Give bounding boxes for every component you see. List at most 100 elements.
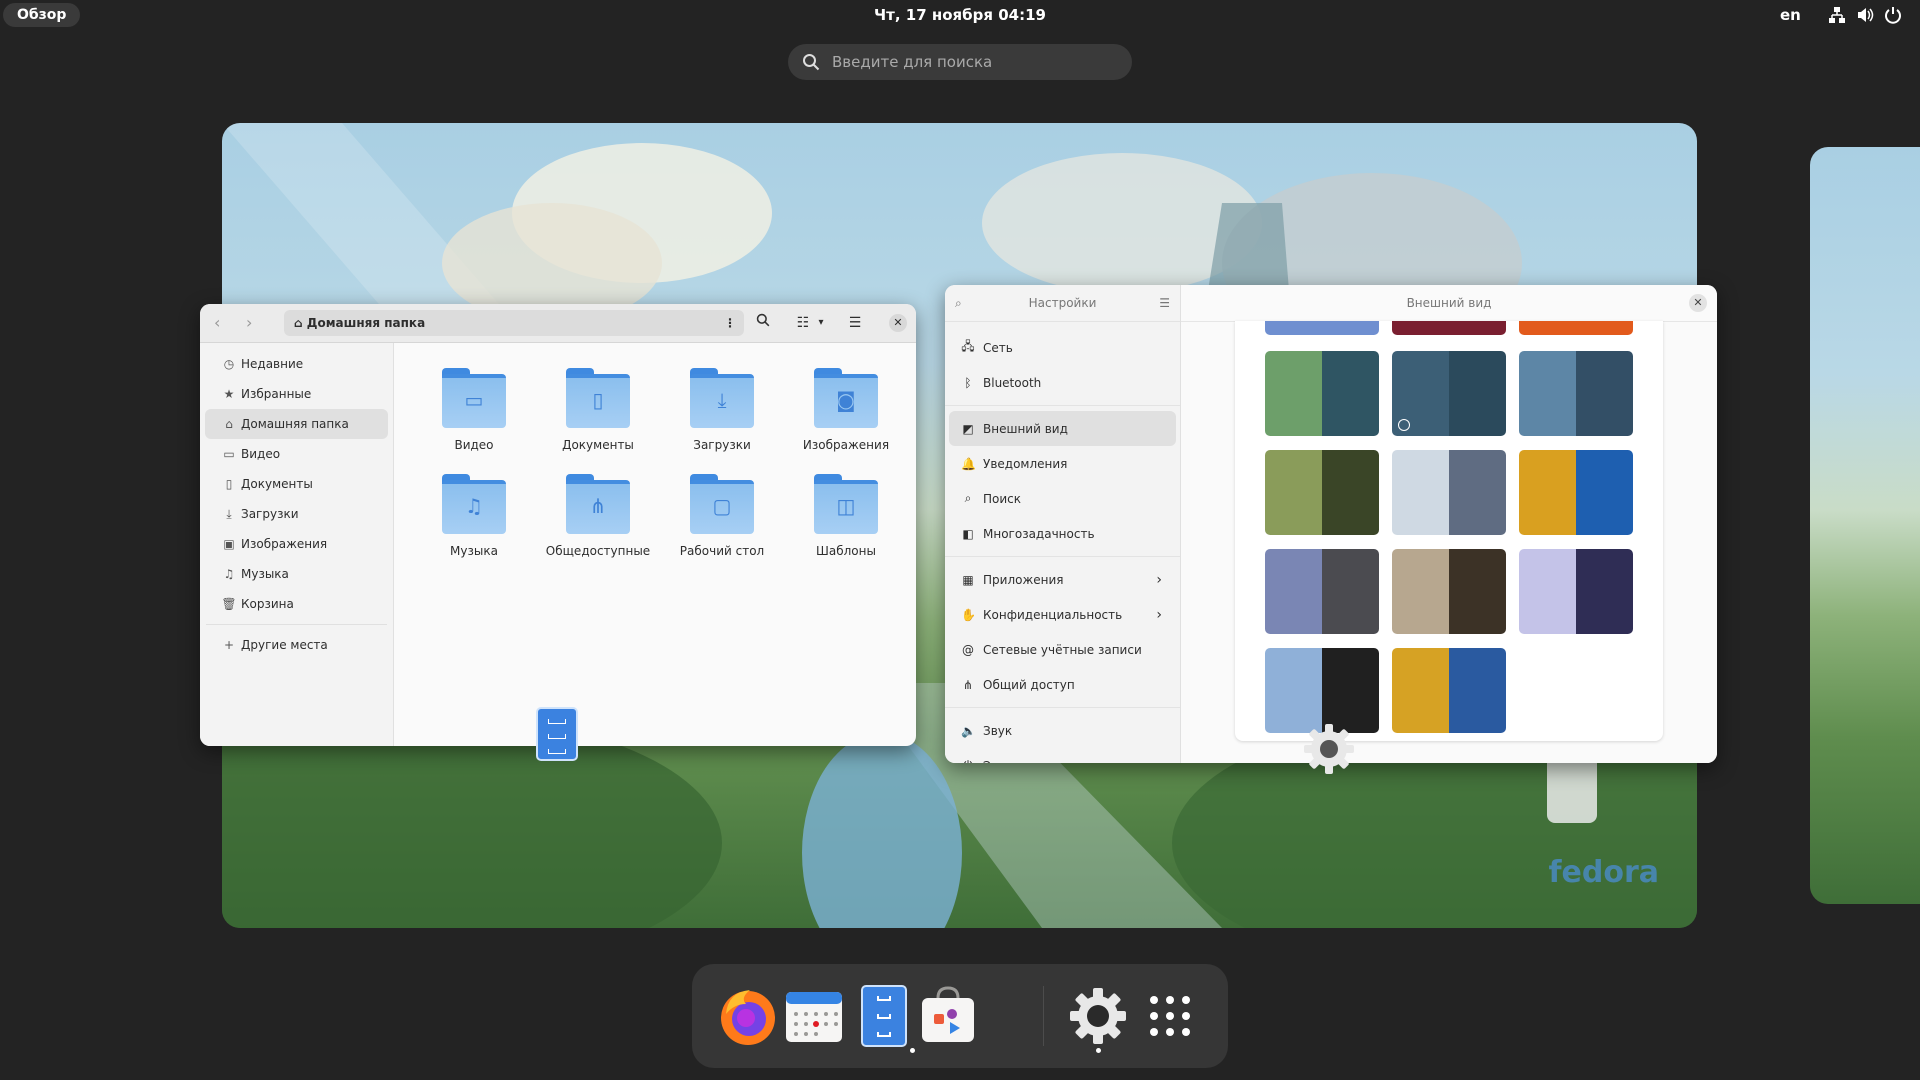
wallpaper-thumbnail[interactable] [1265,648,1379,733]
wallpaper-thumbnail[interactable] [1265,549,1379,634]
path-menu-button[interactable]: ⋮ [724,310,736,336]
wallpaper-thumbnail[interactable] [1265,351,1379,436]
search-icon: ⌕ [964,491,972,505]
wallpaper-thumbnail[interactable] [1392,450,1506,535]
appearance-icon: ◩ [962,421,974,436]
wallpaper-thumbnail[interactable] [1519,351,1633,436]
clock-icon: ◷ [223,357,235,371]
sidebar-item[interactable]: ⌂ Домашняя папка [205,409,388,439]
sidebar-item-other-places[interactable]: + Другие места [205,630,388,660]
main-menu-button[interactable]: ☰ [844,312,866,334]
sidebar-separator [206,624,387,625]
sidebar-item[interactable]: ★ Избранные [205,379,388,409]
settings-item[interactable]: ▦ Приложения › [949,562,1176,597]
files-headerbar: ‹ › ⌂ Домашняя папка ⋮ ☷ ▾ ☰ ✕ [200,304,916,343]
folder-item[interactable]: ▯ Документы [536,366,660,452]
settings-item[interactable]: ⌕ Поиск [949,481,1176,516]
folder-label: Изображения [802,438,890,452]
settings-item[interactable]: 🔔 Уведомления [949,446,1176,481]
path-label: Домашняя папка [306,316,426,330]
sidebar-item[interactable]: ⤓ Загрузки [205,499,388,529]
sidebar-item[interactable]: ♫ Музыка [205,559,388,589]
app-grid-icon[interactable] [1138,984,1202,1048]
folder-item[interactable]: ▭ Видео [412,366,536,452]
firefox-icon[interactable] [716,984,780,1048]
clock-label[interactable]: Чт, 17 ноября 04:19 [874,6,1046,24]
star-icon: ★ [223,387,235,401]
overview-search[interactable] [788,44,1132,80]
wallpaper-thumbnail[interactable] [1519,450,1633,535]
settings-item[interactable]: ◧ Многозадачность [949,516,1176,551]
share-icon: ⋔ [962,677,974,692]
files-icon[interactable] [852,984,916,1048]
search-input[interactable] [830,52,1114,72]
sidebar-item[interactable]: ▯ Документы [205,469,388,499]
sidebar-item[interactable]: ▣ Изображения [205,529,388,559]
fedora-logo: fedora [1548,855,1659,890]
wallpaper-thumbnail[interactable] [1519,549,1633,634]
settings-window[interactable]: ⌕ Настройки ☰ 🖧 Сеть ᛒ Bluetooth ◩ Внешний ви… [945,285,1717,763]
settings-item[interactable]: ✋ Конфиденциальность › [949,597,1176,632]
wallpaper-thumbnail[interactable] [1392,648,1506,733]
files-window[interactable]: ‹ › ⌂ Домашняя папка ⋮ ☷ ▾ ☰ ✕ ◷ Недавние… [200,304,916,746]
close-button[interactable]: ✕ [889,314,907,332]
forward-button[interactable]: › [246,313,252,332]
view-options-dropdown[interactable]: ▾ [810,312,832,334]
wallpaper-thumbnail[interactable] [1392,321,1506,335]
settings-icon[interactable] [1066,984,1130,1048]
back-button[interactable]: ‹ [214,313,220,332]
folder-item[interactable]: ◙ Изображения [784,366,908,452]
folder-item[interactable]: ⤓ Загрузки [660,366,784,452]
desktop-icon: ▢ [712,494,732,518]
folder-item[interactable]: ◫ Шаблоны [784,472,908,558]
sidebar-item[interactable]: ▭ Видео [205,439,388,469]
wallpaper-thumbnail[interactable] [1265,450,1379,535]
sidebar-item[interactable]: ◷ Недавние [205,349,388,379]
folder-item[interactable]: ♫ Музыка [412,472,536,558]
settings-item[interactable]: ⏻ Электропитание [949,748,1176,763]
settings-item[interactable]: 🔈 Звук [949,713,1176,748]
folder-label: Документы [562,438,634,452]
settings-item[interactable]: ◩ Внешний вид [949,411,1176,446]
at-icon: @ [962,642,974,657]
keyboard-layout-indicator[interactable]: en [1780,6,1801,24]
speaker-icon: 🔈 [961,723,976,738]
apps-icon: ▦ [962,572,974,587]
wallpaper-thumbnail[interactable] [1392,351,1506,436]
folder-label: Рабочий стол [679,544,765,558]
software-icon[interactable] [916,984,980,1048]
system-menu[interactable] [1828,6,1902,24]
folder-icon: ◙ [814,366,878,430]
settings-item-label: Сеть [983,340,1013,355]
multitasking-icon: ◧ [962,526,974,541]
folder-item[interactable]: ▢ Рабочий стол [660,472,784,558]
share-icon: ⋔ [589,494,607,518]
settings-item[interactable]: ᛒ Bluetooth [949,365,1176,400]
settings-item[interactable]: ⋔ Общий доступ [949,667,1176,702]
music-icon: ♫ [223,567,235,581]
close-button[interactable]: ✕ [1689,294,1707,312]
search-icon[interactable]: ⌕ [955,285,962,321]
path-bar[interactable]: ⌂ Домашняя папка ⋮ [284,310,744,336]
top-bar: Обзор Чт, 17 ноября 04:19 en [0,0,1920,32]
folder-item[interactable]: ⋔ Общедоступные [536,472,660,558]
folder-label: Общедоступные [545,544,651,558]
settings-item[interactable]: 🖧 Сеть [949,330,1176,365]
wallpaper-thumbnail[interactable] [1265,321,1379,335]
running-indicator [910,1048,915,1053]
sidebar-item-label: Избранные [241,387,312,401]
settings-item-label: Общий доступ [983,677,1075,692]
folder-icon: ◫ [814,472,878,536]
next-workspace-thumbnail[interactable] [1810,147,1920,904]
wallpaper-thumbnail[interactable] [1392,549,1506,634]
folder-icon: ▭ [442,366,506,430]
sidebar-item[interactable]: 🗑 Корзина [205,589,388,619]
settings-item-label: Сетевые учётные записи [983,642,1142,657]
settings-item[interactable]: @ Сетевые учётные записи [949,632,1176,667]
wallpaper-thumbnail[interactable] [1519,321,1633,335]
search-button[interactable] [752,312,774,334]
folder-label: Загрузки [693,438,751,452]
activities-button[interactable]: Обзор [3,3,81,27]
menu-icon[interactable]: ☰ [1159,285,1170,321]
calendar-icon[interactable] [782,984,846,1048]
